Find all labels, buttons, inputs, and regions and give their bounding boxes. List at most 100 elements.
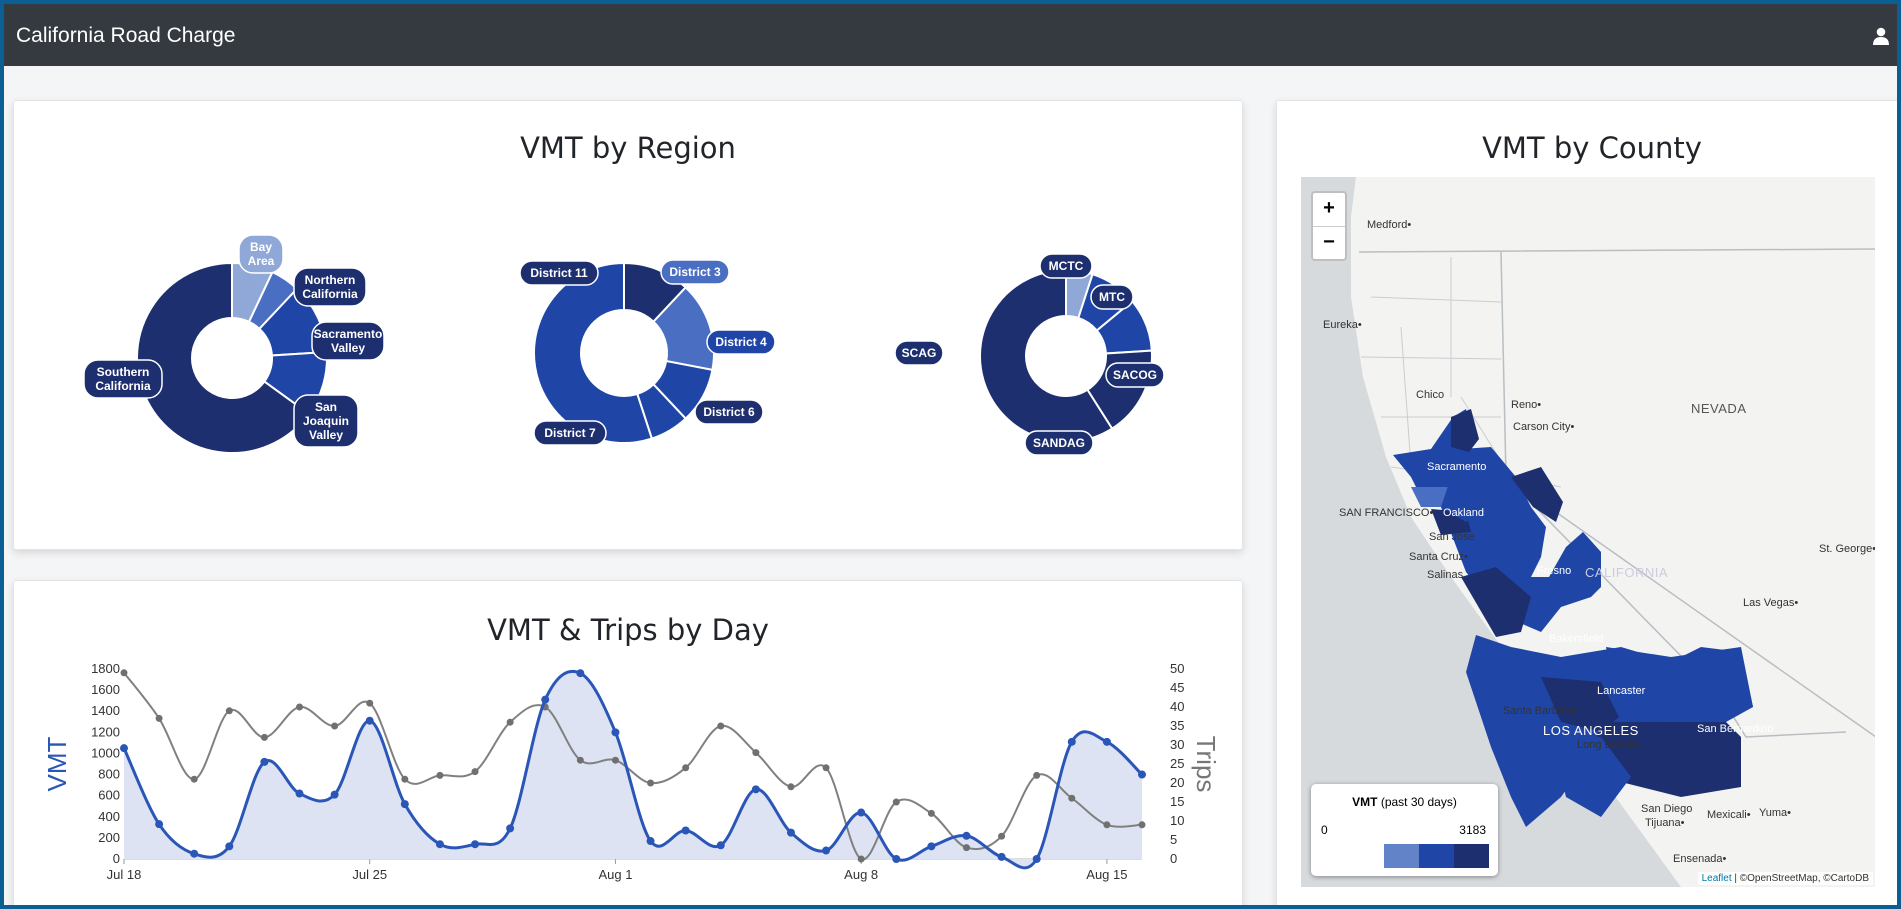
trips-point[interactable]: [717, 722, 725, 730]
vmt-point[interactable]: [435, 840, 444, 849]
region-donuts: BayAreaNorthernCaliforniaSacramentoValle…: [83, 234, 1165, 456]
vmt-point[interactable]: [471, 840, 480, 849]
vmt-point[interactable]: [576, 669, 585, 678]
trips-point[interactable]: [752, 749, 760, 757]
map-canvas[interactable]: [1301, 177, 1875, 887]
trips-point[interactable]: [436, 771, 444, 779]
label-longbeach: Long Beach•: [1577, 739, 1640, 751]
vmt-point[interactable]: [927, 842, 936, 851]
vmt-point[interactable]: [822, 846, 831, 855]
zoom-out-button[interactable]: −: [1313, 227, 1345, 260]
vmt-point[interactable]: [190, 849, 199, 858]
vmt-point[interactable]: [716, 841, 725, 850]
vmt-point[interactable]: [786, 828, 795, 837]
trips-point[interactable]: [1103, 821, 1111, 829]
vmt-point[interactable]: [365, 716, 374, 725]
vmt-point[interactable]: [1067, 737, 1076, 746]
trips-point[interactable]: [998, 832, 1006, 840]
county-card-title: VMT by County: [1482, 131, 1702, 165]
svg-text:MTC: MTC: [1099, 290, 1125, 304]
y2-tick-label: 50: [1170, 661, 1184, 676]
label-sanjose: San Jose: [1429, 531, 1475, 543]
label-yuma: Yuma•: [1759, 807, 1791, 819]
label-bakersfield: Bakersfield: [1549, 633, 1604, 645]
trips-point[interactable]: [682, 764, 690, 772]
navbar: California Road Charge: [4, 4, 1897, 66]
trips-point[interactable]: [401, 775, 409, 783]
trips-point[interactable]: [927, 809, 935, 817]
x-tick-label: Aug 1: [598, 867, 632, 882]
app-title[interactable]: California Road Charge: [16, 24, 235, 48]
x-tick-label: Jul 18: [107, 867, 142, 882]
trips-point[interactable]: [647, 779, 655, 787]
vmt-point[interactable]: [295, 789, 304, 798]
vmt-point[interactable]: [892, 855, 901, 863]
vmt-point[interactable]: [751, 785, 760, 794]
vmt-point[interactable]: [506, 824, 515, 833]
y2-tick-label: 45: [1170, 680, 1184, 695]
trips-point[interactable]: [366, 699, 374, 707]
svg-text:Area: Area: [248, 254, 275, 268]
y-tick-label: 1600: [91, 682, 120, 697]
vmt-point[interactable]: [400, 800, 409, 809]
trips-point[interactable]: [260, 733, 268, 741]
donut-label-1: NorthernCalifornia: [293, 267, 367, 307]
vmt-point[interactable]: [330, 790, 339, 799]
trips-point[interactable]: [331, 722, 339, 730]
trips-point[interactable]: [892, 798, 900, 806]
vmt-point[interactable]: [681, 826, 690, 835]
trips-point[interactable]: [190, 775, 198, 783]
vmt-point[interactable]: [857, 808, 866, 817]
x-tick-label: Jul 25: [352, 867, 387, 882]
svg-text:Valley: Valley: [309, 428, 343, 442]
y2-tick-label: 5: [1170, 832, 1177, 847]
vmt-point[interactable]: [120, 744, 128, 753]
county-map[interactable]: Medford• Eureka• Chico Reno• Carson City…: [1301, 177, 1875, 887]
y-tick-label: 200: [98, 830, 120, 845]
trips-point[interactable]: [787, 783, 795, 791]
donut-label-6: District 3: [660, 259, 730, 285]
trips-point[interactable]: [1138, 821, 1146, 829]
vmt-point[interactable]: [155, 820, 164, 829]
y2-tick-label: 25: [1170, 756, 1184, 771]
vmt-point[interactable]: [1102, 737, 1111, 746]
label-ensenada: Ensenada•: [1673, 853, 1727, 865]
label-sandiego: San Diego: [1641, 803, 1693, 815]
vmt-point[interactable]: [1032, 855, 1041, 863]
zoom-in-button[interactable]: +: [1313, 193, 1345, 227]
label-salinas: Salinas: [1427, 569, 1464, 581]
vmt-point[interactable]: [962, 831, 971, 840]
vmt-point[interactable]: [611, 728, 620, 737]
trips-point[interactable]: [120, 669, 128, 677]
trips-point[interactable]: [506, 718, 514, 726]
label-fresno: Fresno: [1537, 565, 1572, 577]
trips-point[interactable]: [1033, 771, 1041, 779]
trips-point[interactable]: [155, 714, 163, 722]
trips-point[interactable]: [1068, 794, 1076, 802]
trips-point[interactable]: [962, 844, 970, 852]
label-carson: Carson City•: [1513, 421, 1575, 433]
vmt-point[interactable]: [260, 757, 269, 766]
trips-point[interactable]: [822, 764, 830, 772]
vmt-point[interactable]: [541, 695, 550, 704]
trips-point[interactable]: [857, 855, 865, 863]
trips-point[interactable]: [296, 703, 304, 711]
vmt-point[interactable]: [1138, 770, 1146, 779]
label-oakland: Oakland: [1443, 507, 1484, 519]
trips-point[interactable]: [576, 756, 584, 764]
donut-label-13: SANDAG: [1024, 430, 1094, 456]
trips-point[interactable]: [471, 768, 479, 776]
donut-label-8: District 6: [694, 399, 764, 425]
donut-label-0: BayArea: [238, 234, 284, 274]
y2-tick-label: 40: [1170, 699, 1184, 714]
vmt-point[interactable]: [646, 837, 655, 846]
leaflet-link[interactable]: Leaflet: [1702, 873, 1732, 884]
vmt-point[interactable]: [997, 852, 1006, 861]
legend-scale: [1349, 844, 1489, 868]
trips-point[interactable]: [225, 707, 233, 715]
svg-text:Southern: Southern: [97, 365, 150, 379]
trips-point[interactable]: [611, 756, 619, 764]
user-icon[interactable]: [1871, 26, 1891, 46]
vmt-point[interactable]: [225, 842, 234, 851]
label-sf: SAN FRANCISCO•: [1339, 507, 1434, 519]
